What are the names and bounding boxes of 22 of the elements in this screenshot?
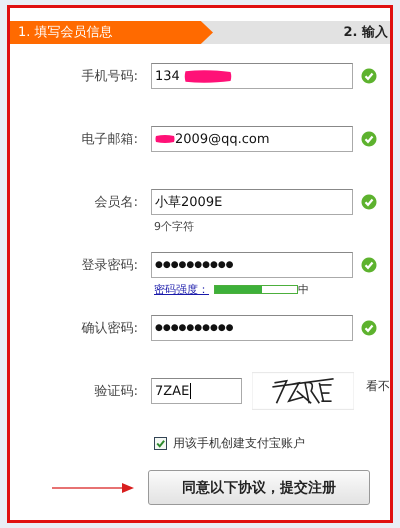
field-label: 电子邮箱: [80,131,139,148]
field-label: 确认密码: [80,320,139,337]
input-field[interactable]: 小草2009E [151,189,353,215]
strength-reading: 中 [298,282,309,297]
input-field[interactable]: 7ZAE [151,378,242,404]
field-label: 验证码: [94,383,139,400]
refresh-link[interactable]: 看不 [366,378,390,395]
input-field[interactable]: 2009@qq.com [151,126,353,152]
input-field[interactable]: ●●●●●●●●●● [151,315,353,341]
hint-text: 9个字符 [154,219,195,234]
field-label: 手机号码: [80,68,139,85]
active-step: 1. 填写会员信息 [10,21,213,44]
arrow-icon [52,482,134,492]
submit-button[interactable]: 同意以下协议，提交注册 [148,470,370,505]
checkbox[interactable] [154,437,167,450]
checkbox-label: 用该手机创建支付宝账户 [173,435,305,452]
input-field[interactable]: ●●●●●●●●●● [151,252,353,278]
strength-link[interactable]: 密码强度： [154,282,209,297]
field-label: 会员名: [94,194,139,211]
input-field[interactable]: 134 [151,63,353,89]
step-label: 2. 输入 [343,24,389,42]
field-label: 登录密码: [80,257,139,274]
